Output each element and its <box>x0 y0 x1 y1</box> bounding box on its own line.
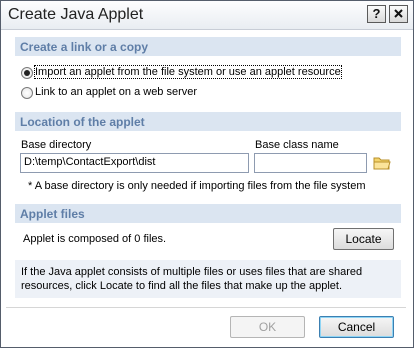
footer-divider <box>6 307 406 308</box>
locate-button[interactable]: Locate <box>333 228 394 250</box>
import-label-text: Import an applet from the file system or… <box>35 66 341 78</box>
base-directory-input[interactable]: D:\temp\ContactExport\dist <box>20 153 249 173</box>
link-radio[interactable] <box>21 87 33 99</box>
dialog-body: Create a link or a copy Import an applet… <box>6 33 406 341</box>
ok-button[interactable]: OK <box>230 316 305 338</box>
files-section-title: Applet files <box>20 207 85 221</box>
info-text: If the Java applet consists of multiple … <box>21 266 363 292</box>
close-button[interactable] <box>389 5 408 23</box>
base-directory-note: * A base directory is only needed if imp… <box>28 180 366 192</box>
location-section-header: Location of the applet <box>15 112 401 131</box>
browse-folder-button[interactable] <box>371 153 393 173</box>
dialog-title: Create Java Applet <box>8 6 144 23</box>
location-section-title: Location of the applet <box>20 115 145 129</box>
link-section-title: Create a link or a copy <box>20 40 149 54</box>
import-radio-label[interactable]: Import an applet from the file system or… <box>34 65 342 79</box>
import-radio[interactable] <box>21 67 33 79</box>
base-class-label: Base class name <box>255 139 339 151</box>
dialog-window: Create Java Applet ? Create a link or a … <box>0 0 414 348</box>
folder-icon <box>373 157 391 170</box>
close-icon <box>394 9 403 18</box>
link-section-header: Create a link or a copy <box>15 37 401 56</box>
cancel-button[interactable]: Cancel <box>319 316 394 338</box>
base-class-input[interactable] <box>254 153 367 173</box>
title-bar[interactable]: Create Java Applet ? <box>1 1 413 30</box>
base-directory-label: Base directory <box>21 139 92 151</box>
link-label-text: Link to an applet on a web server <box>35 86 198 98</box>
info-box: If the Java applet consists of multiple … <box>15 260 401 298</box>
help-button[interactable]: ? <box>367 5 386 23</box>
composed-text: Applet is composed of 0 files. <box>23 233 167 245</box>
files-section-header: Applet files <box>15 204 401 223</box>
link-radio-label[interactable]: Link to an applet on a web server <box>35 86 197 98</box>
